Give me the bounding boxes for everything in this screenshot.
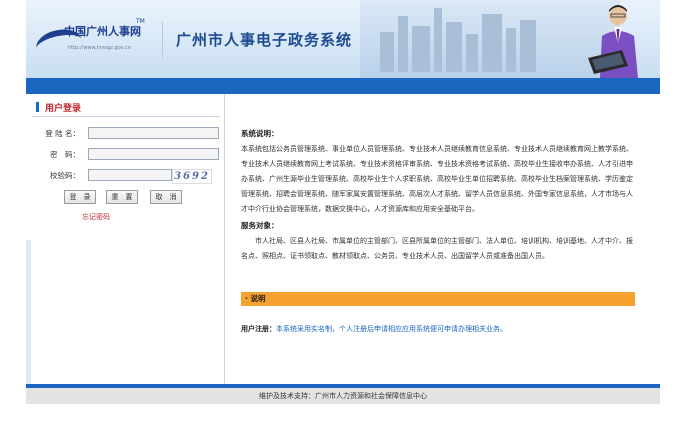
building-shape bbox=[412, 26, 430, 72]
forgot-password-link[interactable]: 忘记密码 bbox=[82, 212, 110, 222]
cancel-button[interactable]: 取 消 bbox=[150, 190, 182, 204]
building-shape bbox=[482, 14, 502, 72]
info-panel: 系统说明： 本系统包括公务员管理系统、事业单位人员管理系统、专业技术人员继续教育… bbox=[225, 94, 660, 384]
building-shape bbox=[506, 28, 516, 72]
system-description-heading: 系统说明： bbox=[241, 129, 279, 138]
notice-bar-title: · 说明 bbox=[245, 294, 266, 303]
login-panel-title: 用户登录 bbox=[36, 101, 81, 114]
system-title: 广州市人事电子政务系统 bbox=[176, 31, 353, 49]
username-label: 登 陆 名： bbox=[45, 129, 80, 138]
footer: 维护及技术支持：广州市人力资源和社会保障信息中心 bbox=[26, 388, 660, 404]
header-banner: 中国广州人事网 TM http://www.hrssgz.gov.cn 广州市人… bbox=[26, 0, 660, 78]
captcha-image[interactable]: 3692 bbox=[172, 169, 212, 184]
panel-divider bbox=[32, 116, 220, 117]
system-description-text: 本系统包括公务员管理系统、事业单位人员管理系统、专业技术人员继续教育信息系统、专… bbox=[241, 145, 633, 213]
captcha-input[interactable] bbox=[88, 169, 172, 181]
username-input[interactable] bbox=[88, 127, 219, 139]
logo-trademark: TM bbox=[136, 18, 145, 25]
register-link[interactable]: 本系统采用实名制，个人注册后申请相应应用系统便可申请办理相关业务。 bbox=[276, 325, 507, 333]
building-shape bbox=[520, 20, 536, 72]
login-button[interactable]: 登 录 bbox=[64, 190, 96, 204]
login-panel: 用户登录 登 陆 名： 密 码： 校验码： 3692 登 录 重 置 取 消 忘… bbox=[26, 94, 225, 384]
notice-bar: · 说明 bbox=[241, 292, 635, 306]
service-target-text: 市人社局、区县人社局、市属单位的主管部门、区县所属单位的主管部门、法人单位、培训… bbox=[241, 237, 633, 260]
building-shape bbox=[446, 22, 462, 72]
password-label: 密 码： bbox=[50, 150, 80, 159]
building-shape bbox=[398, 16, 408, 72]
reset-button[interactable]: 重 置 bbox=[106, 190, 138, 204]
building-shape bbox=[380, 32, 394, 72]
register-note: 用户注册：本系统采用实名制，个人注册后申请相应应用系统便可申请办理相关业务。 bbox=[241, 324, 507, 334]
captcha-label: 校验码： bbox=[50, 171, 80, 180]
register-label: 用户注册： bbox=[241, 325, 276, 333]
header-divider bbox=[162, 22, 163, 58]
building-shape bbox=[466, 34, 478, 72]
building-shape bbox=[434, 8, 442, 72]
panel-stripe bbox=[26, 240, 31, 384]
service-target-heading: 服务对象： bbox=[241, 221, 279, 230]
businessman-illustration bbox=[588, 5, 638, 78]
header-blue-bar bbox=[26, 78, 660, 94]
page: 中国广州人事网 TM http://www.hrssgz.gov.cn 广州市人… bbox=[26, 0, 660, 404]
password-input[interactable] bbox=[88, 148, 219, 160]
logo-text: 中国广州人事网 bbox=[64, 25, 141, 38]
skyline-background bbox=[360, 0, 620, 78]
logo-url: http://www.hrssgz.gov.cn bbox=[68, 45, 131, 51]
